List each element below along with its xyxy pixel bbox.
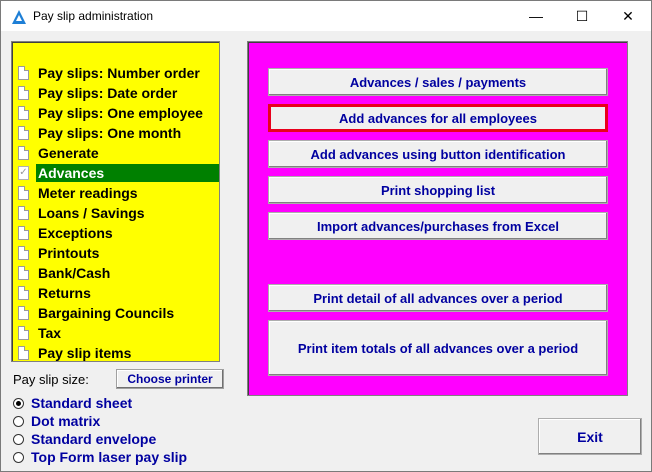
document-icon (18, 126, 29, 140)
print-shopping-list-button[interactable]: Print shopping list (268, 176, 608, 204)
document-icon (18, 146, 29, 160)
menu-item-number-order[interactable]: Pay slips: Number order (12, 63, 219, 83)
radio-label: Dot matrix (31, 413, 101, 429)
menu-item-label: Generate (38, 145, 99, 161)
menu-item-printouts[interactable]: Printouts (12, 243, 219, 263)
menu-item-label: Pay slips: Date order (38, 85, 178, 101)
window-title: Pay slip administration (33, 9, 154, 23)
menu-item-label: Pay slips: Number order (38, 65, 200, 81)
document-icon (18, 206, 29, 220)
pay-slip-size-label: Pay slip size: (13, 372, 89, 387)
app-logo-icon (12, 10, 26, 24)
menu-item-label: Advances (36, 164, 219, 182)
checked-document-icon: ✓ (18, 166, 29, 180)
add-advances-button-identification-button[interactable]: Add advances using button identification (268, 140, 608, 168)
print-item-totals-period-button[interactable]: Print item totals of all advances over a… (268, 320, 608, 376)
app-window: Pay slip administration — ☐ ✕ Pay slips:… (0, 0, 652, 472)
radio-unselected-icon (13, 416, 24, 427)
radio-label: Standard sheet (31, 395, 133, 411)
close-icon: ✕ (622, 7, 634, 24)
radio-label: Standard envelope (31, 431, 157, 447)
document-icon (18, 326, 29, 340)
document-icon (18, 246, 29, 260)
minimize-icon: — (529, 8, 543, 24)
menu-item-generate[interactable]: Generate (12, 143, 219, 163)
menu-item-label: Loans / Savings (38, 205, 145, 221)
title-bar[interactable]: Pay slip administration — ☐ ✕ (1, 1, 651, 31)
menu-item-label: Printouts (38, 245, 100, 261)
minimize-button[interactable]: — (513, 1, 559, 31)
menu-item-pay-slip-items[interactable]: Pay slip items (12, 343, 219, 363)
advances-action-panel: Advances / sales / payments Add advances… (247, 41, 628, 396)
menu-item-label: Pay slips: One month (38, 125, 182, 141)
menu-item-one-employee[interactable]: Pay slips: One employee (12, 103, 219, 123)
document-icon (18, 186, 29, 200)
menu-item-label: Exceptions (38, 225, 113, 241)
menu-item-label: Bargaining Councils (38, 305, 175, 321)
menu-item-bargaining-councils[interactable]: Bargaining Councils (12, 303, 219, 323)
document-icon (18, 226, 29, 240)
menu-item-tax[interactable]: Tax (12, 323, 219, 343)
import-from-excel-button[interactable]: Import advances/purchases from Excel (268, 212, 608, 240)
close-button[interactable]: ✕ (605, 1, 651, 31)
menu-item-one-month[interactable]: Pay slips: One month (12, 123, 219, 143)
document-icon (18, 66, 29, 80)
advances-sales-payments-button[interactable]: Advances / sales / payments (268, 68, 608, 96)
menu-item-meter-readings[interactable]: Meter readings (12, 183, 219, 203)
document-icon (18, 306, 29, 320)
radio-unselected-icon (13, 434, 24, 445)
menu-item-label: Pay slip items (38, 345, 132, 361)
document-icon (18, 346, 29, 360)
choose-printer-button[interactable]: Choose printer (116, 369, 224, 389)
radio-selected-icon (13, 398, 24, 409)
document-icon (18, 106, 29, 120)
menu-item-advances[interactable]: ✓ Advances (12, 163, 219, 183)
exit-button[interactable]: Exit (538, 418, 642, 455)
menu-item-exceptions[interactable]: Exceptions (12, 223, 219, 243)
document-icon (18, 266, 29, 280)
menu-item-bank-cash[interactable]: Bank/Cash (12, 263, 219, 283)
maximize-icon: ☐ (575, 7, 589, 24)
menu-item-label: Returns (38, 285, 91, 301)
menu-item-label: Bank/Cash (38, 265, 111, 281)
maximize-button[interactable]: ☐ (559, 1, 605, 31)
menu-item-loans-savings[interactable]: Loans / Savings (12, 203, 219, 223)
add-advances-all-employees-button[interactable]: Add advances for all employees (268, 104, 608, 132)
print-detail-period-button[interactable]: Print detail of all advances over a peri… (268, 284, 608, 312)
menu-item-label: Meter readings (38, 185, 138, 201)
document-icon (18, 86, 29, 100)
radio-unselected-icon (13, 452, 24, 463)
document-icon (18, 286, 29, 300)
menu-item-returns[interactable]: Returns (12, 283, 219, 303)
menu-item-label: Pay slips: One employee (38, 105, 203, 121)
radio-label: Top Form laser pay slip (31, 449, 188, 465)
menu-item-label: Tax (38, 325, 62, 341)
section-menu-list[interactable]: Pay slips: Number order Pay slips: Date … (11, 41, 220, 362)
menu-item-date-order[interactable]: Pay slips: Date order (12, 83, 219, 103)
